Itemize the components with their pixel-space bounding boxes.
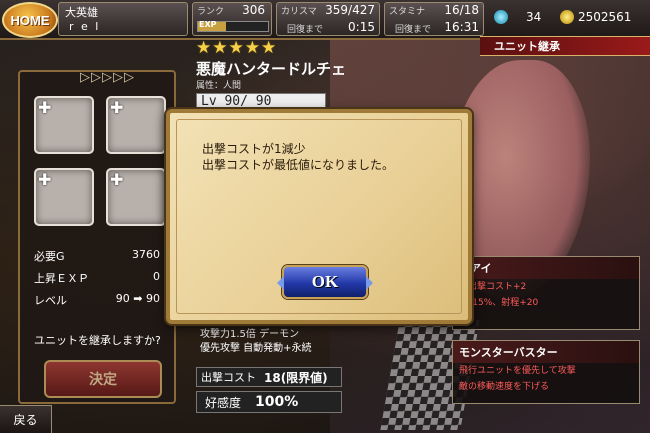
cost-value: 18(限界値)	[264, 370, 328, 385]
level-value: 90 ➡ 90	[115, 292, 160, 305]
plus-icon: ✚	[110, 98, 124, 117]
gold-count: 2502561	[578, 10, 632, 24]
material-slot-3[interactable]: ✚	[34, 168, 94, 226]
gold-coin-icon	[560, 10, 574, 24]
crystal-icon	[494, 10, 508, 24]
message-dialog: 出撃コストが1減少 出撃コストが最低値になりました。 OK	[166, 109, 472, 324]
plus-icon: ✚	[38, 170, 52, 189]
back-button[interactable]: 戻る	[0, 405, 52, 433]
charisma-label: カリスマ	[281, 7, 317, 17]
arrow-decoration: ▷▷▷▷▷	[80, 70, 135, 85]
ok-button[interactable]: OK	[277, 265, 373, 299]
skill-text-1: 飛行ユニットを優先して攻撃	[459, 366, 576, 376]
material-slot-4[interactable]: ✚	[106, 168, 166, 226]
rarity-stars: ★★★★★	[196, 38, 278, 58]
exp-up-row: 上昇ＥＸＰ 0	[34, 270, 160, 286]
level-row: レベル 90 ➡ 90	[34, 292, 160, 308]
confirm-text: ユニットを継承しますか?	[34, 334, 161, 347]
back-label: 戻る	[13, 413, 38, 427]
top-status-bar: HOME 大英雄 r e l ランク 306 EXP カリスマ 359/427 …	[0, 0, 650, 40]
exp-label: EXP	[199, 20, 217, 29]
required-gold-value: 3760	[132, 248, 160, 261]
charisma-value: 359/427	[325, 3, 375, 17]
dialog-line-1: 出撃コストが1減少	[202, 142, 306, 156]
rank-box: ランク 306 EXP	[192, 2, 272, 36]
sortie-cost-row: 出撃コスト 18(限界値)	[196, 367, 342, 387]
unit-name: 悪魔ハンタードルチェ	[196, 60, 347, 78]
stamina-value: 16/18	[444, 3, 479, 17]
skill-title: クアイ	[453, 257, 639, 279]
required-gold-label: 必要G	[34, 250, 65, 263]
material-slot-2[interactable]: ✚	[106, 96, 166, 154]
cost-label: 出撃コスト	[201, 371, 256, 384]
charisma-recover-label: 回復まで	[287, 25, 324, 35]
skill-box-1: クアイ の出撃コスト+2 0+15%、射程+20	[452, 256, 640, 330]
player-name: r e l	[69, 20, 101, 33]
player-title: 大英雄	[65, 6, 98, 19]
skill-line-1: 攻撃力1.5倍 デーモン	[200, 329, 300, 340]
home-label: HOME	[10, 12, 50, 28]
affection-value: 100%	[255, 394, 299, 410]
ok-label: OK	[311, 272, 339, 291]
exp-up-value: 0	[153, 270, 160, 283]
exp-up-label: 上昇ＥＸＰ	[34, 272, 89, 285]
plus-icon: ✚	[110, 170, 124, 189]
charisma-box: カリスマ 359/427 回復まで 0:15	[276, 2, 380, 36]
skill-line-2: 優先攻撃 自動発動+永続	[200, 343, 312, 354]
material-slot-1[interactable]: ✚	[34, 96, 94, 154]
unit-attribute: 属性：人間	[196, 81, 242, 91]
rank-label: ランク	[197, 7, 225, 17]
screen-title: ユニット継承	[480, 36, 650, 56]
skill-text-1: の出撃コスト+2	[459, 282, 527, 292]
affection-row: 好感度 100%	[196, 391, 342, 413]
plus-icon: ✚	[38, 98, 52, 117]
crystal-count: 34	[526, 10, 542, 24]
home-button[interactable]: HOME	[2, 2, 58, 38]
dialog-message: 出撃コストが1減少 出撃コストが最低値になりました。	[202, 141, 394, 173]
skill-text-2: 0+15%、射程+20	[459, 298, 539, 308]
required-gold-row: 必要G 3760	[34, 248, 160, 264]
stamina-box: スタミナ 16/18 回復まで 16:31	[384, 2, 484, 36]
skill-title: モンスターバスター	[453, 341, 639, 363]
player-info: 大英雄 r e l	[58, 2, 188, 36]
skill-box-2: モンスターバスター 飛行ユニットを優先して攻撃 敵の移動速度を下げる	[452, 340, 640, 404]
skill-text-2: 敵の移動速度を下げる	[459, 382, 550, 392]
level-label: レベル	[34, 294, 67, 307]
stamina-label: スタミナ	[389, 7, 426, 17]
decide-button[interactable]: 決定	[44, 360, 162, 398]
rank-value: 306	[242, 3, 265, 17]
stamina-recover-time: 16:31	[444, 20, 479, 34]
charisma-recover-time: 0:15	[348, 20, 375, 34]
decide-label: 決定	[89, 372, 117, 388]
affection-label: 好感度	[205, 395, 242, 410]
skill-description: 攻撃力1.5倍 デーモン 優先攻撃 自動発動+永続	[200, 328, 312, 356]
stamina-recover-label: 回復まで	[395, 25, 432, 35]
dialog-line-2: 出撃コストが最低値になりました。	[202, 158, 395, 172]
